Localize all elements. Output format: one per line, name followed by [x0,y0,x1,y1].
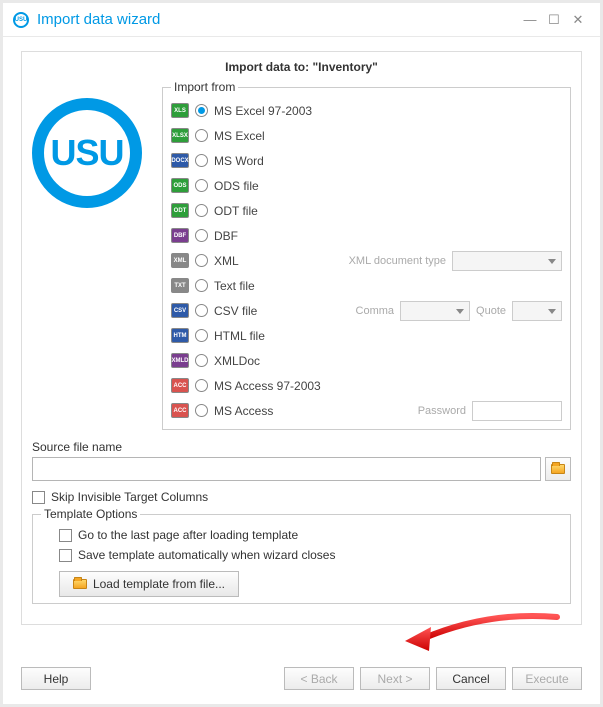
format-label: MS Word [214,154,264,168]
format-option[interactable]: XLS MS Excel 97-2003 [171,98,562,123]
execute-button[interactable]: Execute [512,667,582,690]
format-label: DBF [214,229,238,243]
skip-invisible-checkbox[interactable] [32,491,45,504]
file-type-icon: XML [171,253,189,268]
titlebar: Import data wizard — ☐ ✕ [3,3,600,37]
format-label: MS Excel 97-2003 [214,104,312,118]
format-option[interactable]: TXT Text file [171,273,562,298]
skip-invisible-label: Skip Invisible Target Columns [51,490,208,504]
folder-open-icon [551,464,565,474]
file-type-icon: XMLD [171,353,189,368]
logo: USU [32,80,162,208]
folder-open-icon [73,579,87,589]
quote-dropdown[interactable] [512,301,562,321]
main-panel: Import data to: "Inventory" USU Import f… [21,51,582,625]
format-radio[interactable] [195,329,208,342]
template-options-group: Template Options Go to the last page aft… [32,507,571,604]
window-title: Import data wizard [37,11,160,28]
format-label: ODT file [214,204,258,218]
source-label: Source file name [32,440,571,454]
extra-label: XML document type [349,255,446,267]
format-radio[interactable] [195,104,208,117]
next-button[interactable]: Next > [360,667,430,690]
format-option[interactable]: CSV CSV file Comma Quote [171,298,562,323]
maximize-button[interactable]: ☐ [542,8,566,32]
format-label: MS Access [214,404,273,418]
format-option[interactable]: XML XML XML document type [171,248,562,273]
format-radio[interactable] [195,254,208,267]
format-label: MS Access 97-2003 [214,379,321,393]
autosave-template-checkbox[interactable] [59,549,72,562]
import-from-legend: Import from [171,80,238,94]
goto-last-page-label: Go to the last page after loading templa… [78,528,298,542]
format-radio[interactable] [195,279,208,292]
file-type-icon: DBF [171,228,189,243]
format-radio[interactable] [195,129,208,142]
format-option[interactable]: ACC MS Access Password [171,398,562,423]
file-type-icon: HTM [171,328,189,343]
help-button[interactable]: Help [21,667,91,690]
format-radio[interactable] [195,404,208,417]
format-option[interactable]: ODS ODS file [171,173,562,198]
format-radio[interactable] [195,204,208,217]
format-radio[interactable] [195,154,208,167]
file-type-icon: CSV [171,303,189,318]
import-from-group: Import from XLS MS Excel 97-2003 XLSX MS Ex… [162,80,571,430]
format-radio[interactable] [195,229,208,242]
annotation-arrow [397,609,567,662]
file-type-icon: ODS [171,178,189,193]
password-input[interactable] [472,401,562,421]
close-button[interactable]: ✕ [566,8,590,32]
format-label: Text file [214,279,255,293]
format-radio[interactable] [195,379,208,392]
load-template-button[interactable]: Load template from file... [59,571,239,597]
format-label: HTML file [214,329,265,343]
format-option[interactable]: ACC MS Access 97-2003 [171,373,562,398]
source-file-input[interactable] [32,457,541,481]
autosave-template-label: Save template automatically when wizard … [78,548,335,562]
format-option[interactable]: XLSX MS Excel [171,123,562,148]
format-option[interactable]: DBF DBF [171,223,562,248]
goto-last-page-checkbox[interactable] [59,529,72,542]
format-option[interactable]: XMLD XMLDoc [171,348,562,373]
load-template-label: Load template from file... [93,577,225,591]
file-type-icon: XLS [171,103,189,118]
extra-label: Password [418,405,466,417]
cancel-button[interactable]: Cancel [436,667,506,690]
template-options-legend: Template Options [41,507,140,521]
comma-dropdown[interactable] [400,301,470,321]
xml-type-dropdown[interactable] [452,251,562,271]
browse-button[interactable] [545,457,571,481]
file-type-icon: ODT [171,203,189,218]
format-label: CSV file [214,304,257,318]
file-type-icon: XLSX [171,128,189,143]
back-button[interactable]: < Back [284,667,354,690]
format-label: XML [214,254,239,268]
app-icon [13,12,29,28]
format-radio[interactable] [195,304,208,317]
file-type-icon: DOCX [171,153,189,168]
format-radio[interactable] [195,179,208,192]
panel-heading: Import data to: "Inventory" [32,60,571,74]
file-type-icon: TXT [171,278,189,293]
format-option[interactable]: DOCX MS Word [171,148,562,173]
format-radio[interactable] [195,354,208,367]
format-option[interactable]: HTM HTML file [171,323,562,348]
footer: Help < Back Next > Cancel Execute [21,667,582,690]
format-label: ODS file [214,179,259,193]
format-option[interactable]: ODT ODT file [171,198,562,223]
format-label: XMLDoc [214,354,260,368]
quote-label: Quote [476,305,506,317]
file-type-icon: ACC [171,403,189,418]
file-type-icon: ACC [171,378,189,393]
comma-label: Comma [356,305,395,317]
format-label: MS Excel [214,129,265,143]
logo-text: USU [50,132,123,174]
minimize-button[interactable]: — [518,8,542,32]
